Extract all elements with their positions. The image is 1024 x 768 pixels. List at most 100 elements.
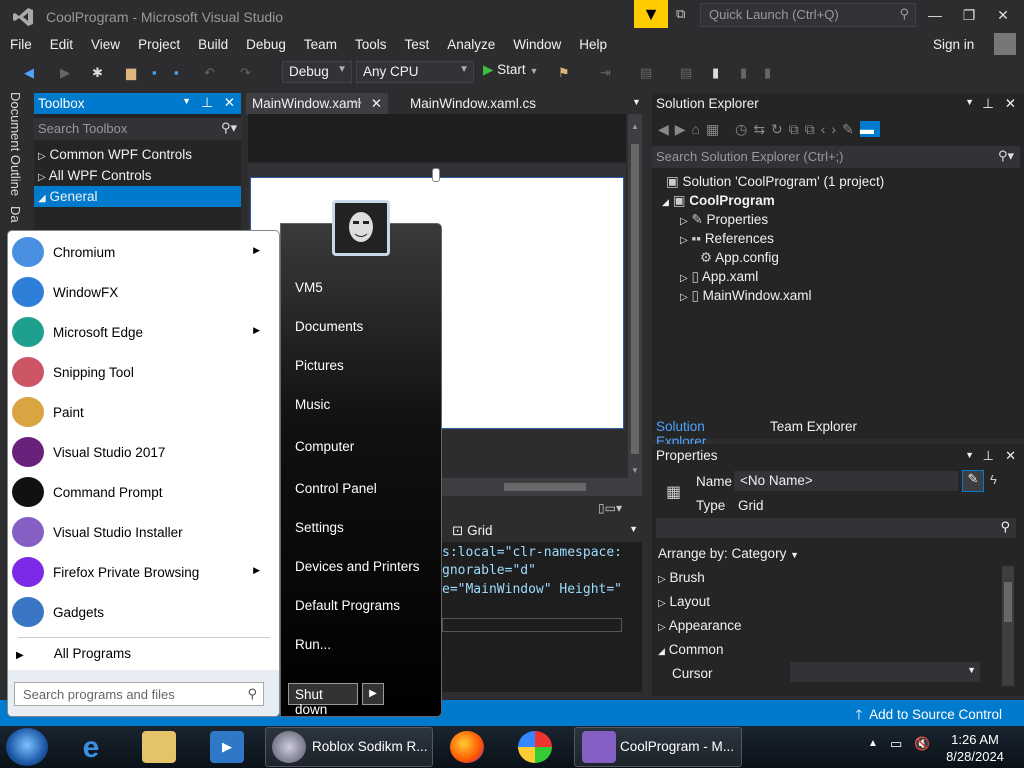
configuration-dropdown[interactable]: Debug ▼ [282,61,352,83]
menu-analyze[interactable]: Analyze [437,32,503,52]
start-program-item[interactable]: Paint [8,393,272,431]
bookmark-icon[interactable]: ▮ [712,65,728,81]
menu-view[interactable]: View [81,32,128,52]
toolbox-group-common-wpf[interactable]: ▷ Common WPF Controls [34,144,241,165]
arrange-by-dropdown[interactable]: Arrange by: Category ▼ [658,546,799,561]
toolbox-group-general[interactable]: ◢ General [34,186,241,207]
category-common[interactable]: ◢ Common [658,642,723,657]
menu-test[interactable]: Test [394,32,437,52]
redo-icon[interactable]: ↷ [240,65,256,81]
uncomment-icon[interactable]: ▤ [680,65,696,81]
start-program-item[interactable]: Microsoft Edge ▶ [8,313,272,351]
menu-debug[interactable]: Debug [236,32,294,52]
project-node[interactable]: ◢ ▣ CoolProgram [662,193,775,212]
windows-start-button[interactable] [6,728,48,766]
back-icon[interactable]: ◀ [24,65,40,81]
shutdown-button[interactable]: Shut down [288,683,358,717]
network-icon[interactable]: ▭ [890,736,902,752]
close-icon[interactable]: ✕ [371,96,382,112]
close-icon[interactable]: ✕ [1005,96,1016,112]
start-place-item[interactable]: Settings [295,520,344,535]
start-place-item[interactable]: Control Panel [295,481,377,496]
solution-node[interactable]: ▣ Solution 'CoolProgram' (1 project) [666,174,884,193]
menu-tools[interactable]: Tools [345,32,395,52]
show-hidden-icons-icon[interactable]: ▲ [868,738,878,749]
prev-bookmark-icon[interactable]: ▮ [740,65,756,81]
chevron-down-icon[interactable]: ▼ [965,450,974,460]
start-program-item[interactable]: Chromium ▶ [8,233,272,271]
menu-build[interactable]: Build [188,32,236,52]
menu-edit[interactable]: Edit [40,32,81,52]
start-program-item[interactable]: Snipping Tool [8,353,272,391]
start-place-item[interactable]: Run... [295,637,331,652]
all-programs-button[interactable]: ▶ All Programs [16,646,131,661]
start-program-item[interactable]: Visual Studio Installer [8,513,272,551]
save-all-icon[interactable]: ▪ [174,65,190,81]
tab-team-explorer[interactable]: Team Explorer [764,416,863,438]
chrome-icon[interactable] [518,731,552,763]
properties-scrollbar[interactable] [1002,566,1014,686]
designer-vertical-scrollbar[interactable]: ▲ ▼ [628,114,642,479]
start-place-item[interactable]: Computer [295,439,354,454]
designer-horizontal-scrollbar[interactable] [442,478,642,496]
new-project-icon[interactable]: ✱ [92,65,108,81]
account-avatar-icon[interactable] [994,33,1016,55]
internet-explorer-icon[interactable]: e [74,731,108,764]
split-view-icons[interactable]: ▯▭▾ [598,501,622,515]
minimize-button[interactable]: — [918,4,952,26]
tab-data-sources[interactable]: Da [8,206,23,223]
xaml-code-editor[interactable]: s:local="clr-namespace: gnorable="d" e="… [442,542,642,692]
mainwindow-xaml-node[interactable]: ▷ ▯ MainWindow.xaml [680,288,811,307]
scroll-thumb[interactable] [1004,582,1012,622]
tab-mainwindow-xaml-cs[interactable]: MainWindow.xaml.cs [404,93,542,115]
start-place-item[interactable]: Music [295,397,330,412]
tab-document-outline[interactable]: Document Outline [8,92,23,196]
properties-node[interactable]: ▷ ✎ Properties [680,212,768,231]
category-layout[interactable]: ▷ Layout [658,594,710,609]
feedback-flag-icon[interactable]: ▼ [634,0,668,28]
menu-file[interactable]: File [0,32,40,52]
tab-solution-explorer[interactable]: Solution Explorer [652,416,762,449]
scroll-up-icon[interactable]: ▲ [631,122,639,131]
chevron-down-icon[interactable]: ▼ [965,97,974,107]
menu-window[interactable]: Window [503,32,569,52]
toolbox-group-all-wpf[interactable]: ▷ All WPF Controls [34,165,241,186]
start-place-item[interactable]: Pictures [295,358,344,373]
next-bookmark-icon[interactable]: ▮ [764,65,780,81]
name-input[interactable]: <No Name> [734,471,958,491]
open-file-icon[interactable]: ▆ [126,65,142,81]
menu-project[interactable]: Project [128,32,188,52]
toolbox-search-input[interactable]: Search Toolbox ⚲▾ [34,118,241,140]
volume-muted-icon[interactable]: 🔇 [914,736,930,752]
start-program-item[interactable]: Visual Studio 2017 [8,433,272,471]
start-place-item[interactable]: VM5 [295,280,323,295]
category-appearance[interactable]: ▷ Appearance [658,618,742,633]
user-avatar[interactable] [332,200,390,256]
close-icon[interactable]: ✕ [224,95,235,111]
clock[interactable]: 1:26 AM 8/28/2024 [940,731,1010,765]
close-icon[interactable]: ✕ [1005,448,1016,464]
start-place-item[interactable]: Documents [295,319,363,334]
comment-icon[interactable]: ▤ [640,65,656,81]
code-horizontal-scrollbar[interactable] [442,618,622,632]
undo-icon[interactable]: ↶ [204,65,220,81]
menu-help[interactable]: Help [569,32,615,52]
category-brush[interactable]: ▷ Brush [658,570,705,585]
restore-button[interactable]: ❐ [952,4,986,26]
close-button[interactable]: ✕ [986,4,1020,26]
solution-explorer-toolbar[interactable]: ◀▶⌂▦ ◷⇆↻⧉⧉‹›✎▬ [658,121,880,138]
start-program-item[interactable]: WindowFX [8,273,272,311]
scroll-down-icon[interactable]: ▼ [631,466,639,475]
pin-icon[interactable]: ⊥ [982,96,994,112]
menu-team[interactable]: Team [294,32,345,52]
properties-wrench-icon[interactable]: ✎ [962,470,984,492]
forward-icon[interactable]: ▶ [60,65,76,81]
start-place-item[interactable]: Default Programs [295,598,400,613]
file-explorer-icon[interactable] [142,731,176,763]
media-player-icon[interactable]: ▶ [210,731,244,763]
events-lightning-icon[interactable]: ϟ [990,472,997,487]
solution-search-input[interactable]: Search Solution Explorer (Ctrl+;) ⚲▾ [652,146,1020,168]
browser-link-icon[interactable]: ⚑ [558,65,574,81]
start-program-item[interactable]: Gadgets [8,593,272,631]
references-node[interactable]: ▷ ▪▪ References [680,231,774,250]
